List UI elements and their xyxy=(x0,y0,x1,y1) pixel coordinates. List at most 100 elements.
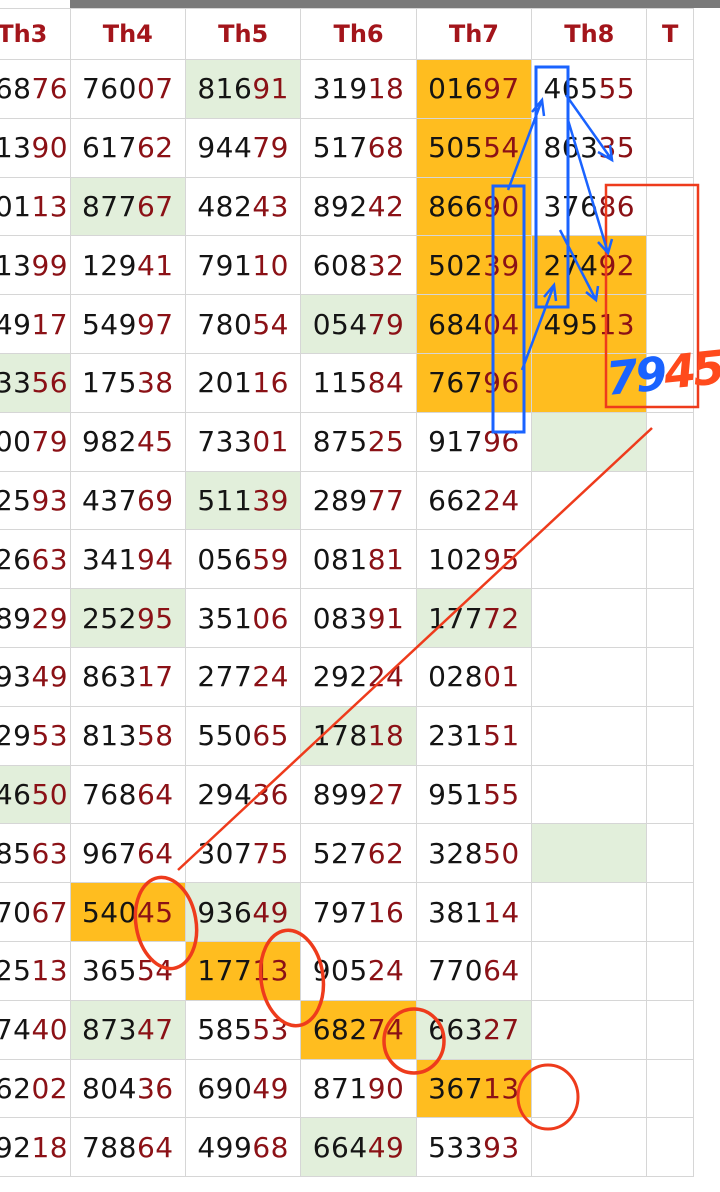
cell-head-digits: 449 xyxy=(0,307,32,341)
cell-tail-digits: 79 xyxy=(367,307,405,341)
cell-head-digits: 115 xyxy=(312,366,368,400)
cell-tail-digits: 62 xyxy=(136,131,174,165)
result-cell xyxy=(531,529,648,590)
result-cell: 66224 xyxy=(415,470,533,531)
result-cell: 49968 xyxy=(184,1117,302,1178)
result-cell: 30775 xyxy=(184,823,302,884)
header-row: Th3 Th4 Th5 Th6 Th7 Th8 T xyxy=(0,8,694,60)
result-cell: 58553 xyxy=(184,999,302,1060)
result-cell xyxy=(646,235,694,296)
cell-tail-digits: 41 xyxy=(136,248,174,282)
table-row: 449175499778054054796840449513 xyxy=(0,294,694,354)
cell-head-digits: 533 xyxy=(428,1130,484,1164)
cell-tail-digits: 90 xyxy=(367,1071,405,1105)
result-cell: 96764 xyxy=(69,823,186,884)
result-cell: 76864 xyxy=(69,764,186,825)
result-cell: 72593 xyxy=(0,470,71,531)
result-cell: 61762 xyxy=(69,117,186,178)
cell-tail-digits: 79 xyxy=(252,131,289,165)
cell-head-digits: 600 xyxy=(0,425,32,459)
result-cell: 86690 xyxy=(415,176,533,237)
cell-tail-digits: 35 xyxy=(598,131,636,165)
result-cell: 52762 xyxy=(300,823,417,884)
result-cell: 53356 xyxy=(0,352,71,413)
cell-tail-digits: 40 xyxy=(31,1013,69,1047)
result-cell: 89242 xyxy=(300,176,417,237)
table-row: 6007998245733018752591796 xyxy=(0,411,694,472)
result-cell: 77064 xyxy=(415,940,533,1001)
cell-head-digits: 944 xyxy=(197,131,253,165)
cell-tail-digits: 53 xyxy=(252,1013,289,1047)
result-cell xyxy=(531,588,648,648)
cell-tail-digits: 50 xyxy=(483,836,520,870)
cell-head-digits: 682 xyxy=(312,1013,368,1047)
cell-tail-digits: 43 xyxy=(252,189,289,223)
cell-tail-digits: 86 xyxy=(598,189,636,223)
table-row: 7259343769511392897766224 xyxy=(0,470,694,531)
cell-tail-digits: 18 xyxy=(367,719,405,753)
table-row: 1934986317277242922402801 xyxy=(0,646,694,707)
cell-tail-digits: 72 xyxy=(483,601,520,635)
cell-head-digits: 294 xyxy=(197,777,253,811)
result-cell: 29436 xyxy=(184,764,302,825)
cell-tail-digits: 50 xyxy=(31,777,69,811)
result-cell: 23151 xyxy=(415,705,533,766)
cell-tail-digits: 81 xyxy=(367,542,405,576)
cell-tail-digits: 49 xyxy=(31,660,69,694)
cell-tail-digits: 76 xyxy=(31,72,69,106)
result-cell: 17772 xyxy=(415,588,533,648)
result-cell: 78054 xyxy=(184,294,302,354)
cell-head-digits: 482 xyxy=(197,189,253,223)
cell-tail-digits: 92 xyxy=(598,248,636,282)
result-cell: 42663 xyxy=(0,529,71,590)
table-row: 813991294179110608325023927492 xyxy=(0,235,694,296)
result-cell: 76007 xyxy=(69,59,186,119)
cell-tail-digits: 39 xyxy=(483,248,520,282)
cell-head-digits: 791 xyxy=(197,248,253,282)
cell-tail-digits: 36 xyxy=(252,777,289,811)
result-cell: 56876 xyxy=(0,59,71,119)
column-header: Th4 xyxy=(69,8,186,60)
cell-head-digits: 664 xyxy=(312,1130,368,1164)
result-cell: 35106 xyxy=(184,588,302,648)
handwritten-annotation: 7945 xyxy=(603,340,720,406)
table-row: 713906176294479517685055486335 xyxy=(0,117,694,178)
result-cell: 78864 xyxy=(69,1117,186,1178)
cell-head-digits: 725 xyxy=(0,483,32,517)
result-cell: 89927 xyxy=(300,764,417,825)
result-cell: 02801 xyxy=(415,646,533,707)
result-cell: 49513 xyxy=(531,294,648,354)
result-cell xyxy=(531,411,648,472)
cell-tail-digits: 13 xyxy=(483,1071,520,1105)
cell-head-digits: 277 xyxy=(197,660,253,694)
result-cell: 81358 xyxy=(69,705,186,766)
result-cell: 60079 xyxy=(0,411,71,472)
cell-tail-digits: 17 xyxy=(136,660,174,694)
cell-head-digits: 608 xyxy=(312,248,368,282)
cell-head-digits: 465 xyxy=(543,72,599,106)
cell-tail-digits: 64 xyxy=(483,954,520,988)
cell-tail-digits: 04 xyxy=(483,307,520,341)
cell-tail-digits: 32 xyxy=(367,248,405,282)
result-cell xyxy=(646,117,694,178)
cell-head-digits: 499 xyxy=(197,1130,253,1164)
cell-head-digits: 365 xyxy=(81,954,137,988)
cell-tail-digits: 79 xyxy=(31,425,69,459)
result-cell xyxy=(646,529,694,590)
cell-tail-digits: 93 xyxy=(483,1130,520,1164)
result-cell: 55065 xyxy=(184,705,302,766)
cell-head-digits: 341 xyxy=(81,542,137,576)
cell-head-digits: 437 xyxy=(81,483,137,517)
result-cell: 12941 xyxy=(69,235,186,296)
cell-head-digits: 102 xyxy=(428,542,484,576)
cell-tail-digits: 13 xyxy=(31,189,69,223)
column-header: Th3 xyxy=(0,8,71,60)
cell-head-digits: 684 xyxy=(428,307,484,341)
cell-head-digits: 873 xyxy=(81,1013,137,1047)
result-cell xyxy=(646,59,694,119)
cell-head-digits: 549 xyxy=(81,307,137,341)
result-cell: 62513 xyxy=(0,940,71,1001)
cell-tail-digits: 51 xyxy=(483,719,520,753)
result-cell: 54997 xyxy=(69,294,186,354)
cell-tail-digits: 36 xyxy=(136,1071,174,1105)
